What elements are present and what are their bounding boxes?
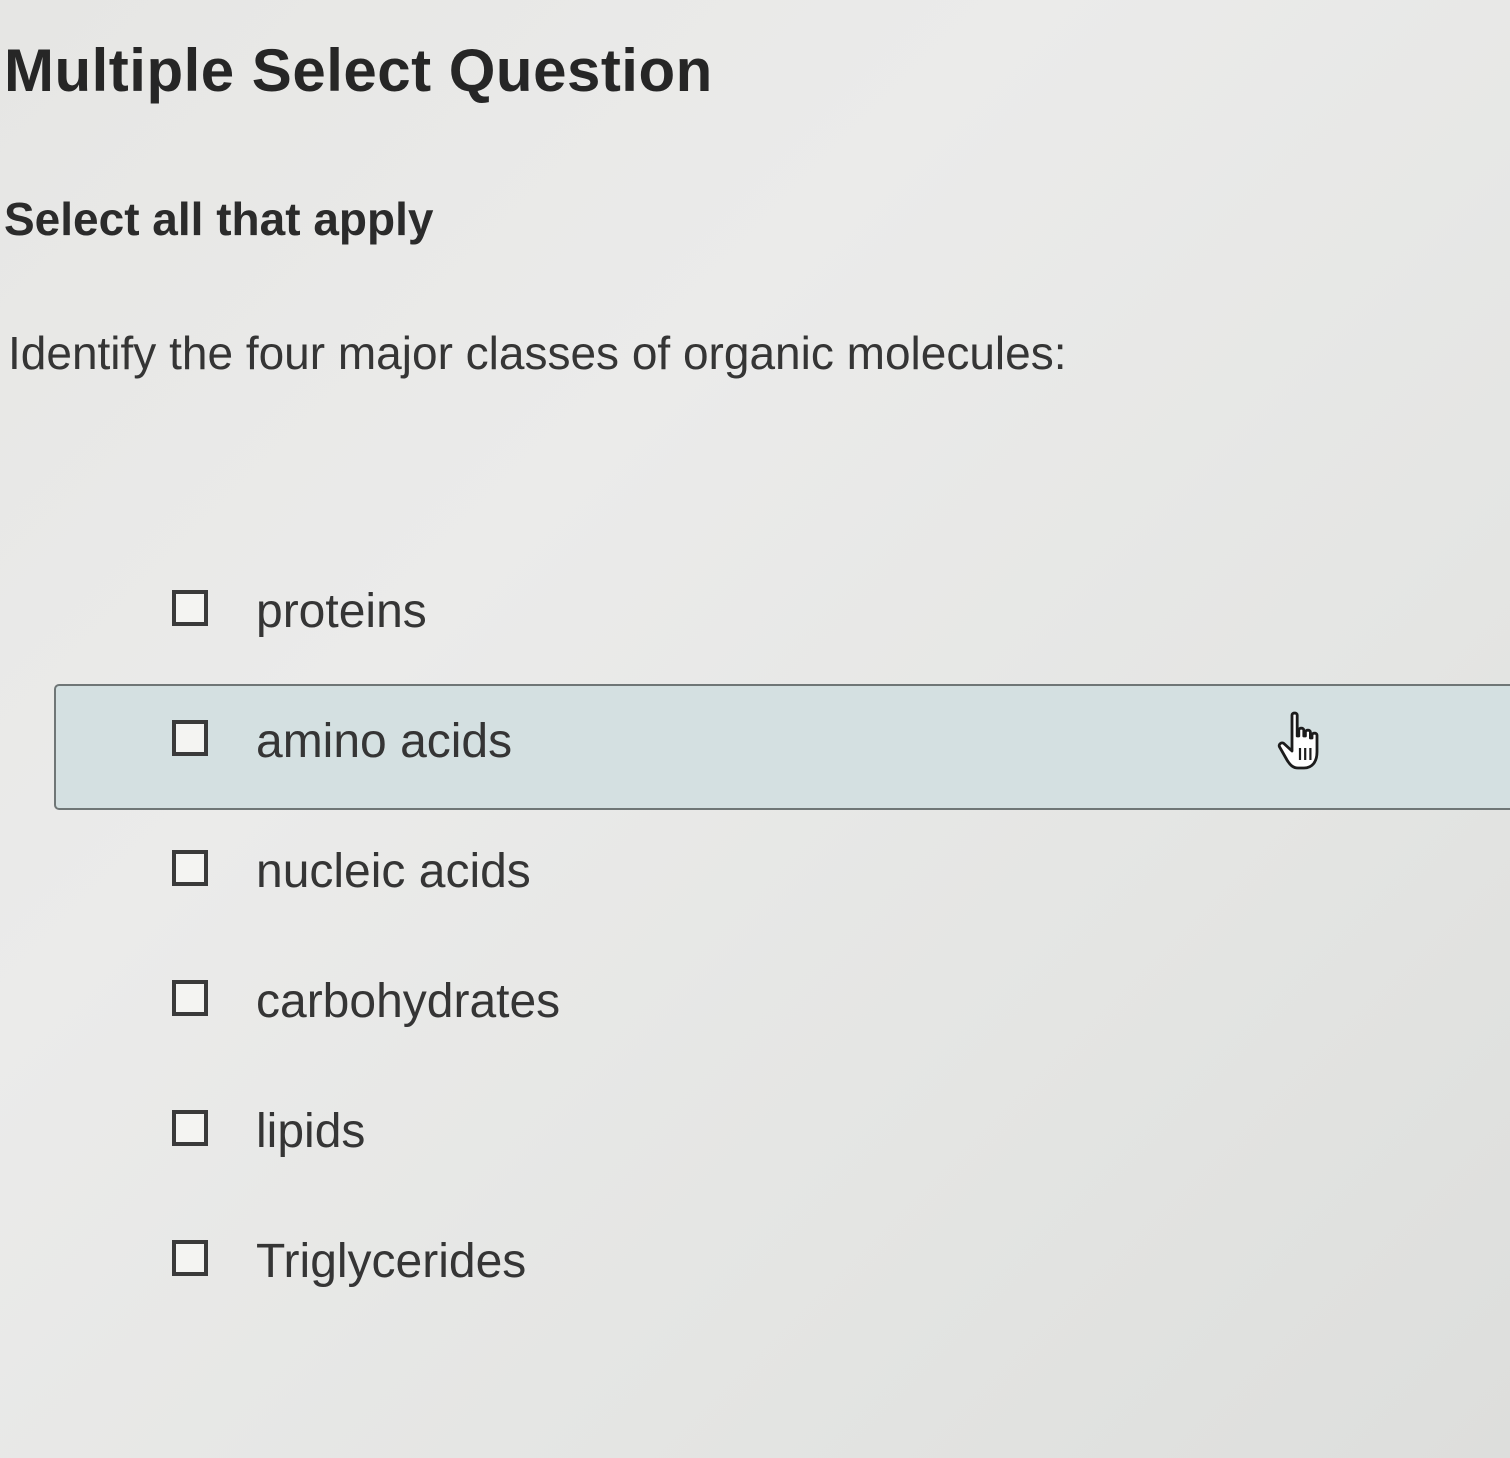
checkbox[interactable] — [172, 980, 208, 1016]
checkbox[interactable] — [172, 590, 208, 626]
option-label: nucleic acids — [256, 845, 531, 898]
option-label: amino acids — [256, 715, 513, 768]
checkbox[interactable] — [172, 720, 208, 756]
checkbox[interactable] — [172, 1110, 208, 1146]
option-label: carbohydrates — [256, 975, 561, 1028]
instruction-text: Select all that apply — [4, 193, 434, 245]
option-nucleic-acids[interactable]: nucleic acids — [54, 814, 1510, 940]
checkbox[interactable] — [172, 1240, 208, 1276]
option-label: Triglycerides — [256, 1235, 527, 1288]
option-lipids[interactable]: lipids — [54, 1074, 1510, 1200]
option-label: proteins — [256, 585, 427, 638]
option-label: lipids — [256, 1105, 366, 1158]
hand-pointer-icon — [1277, 711, 1319, 770]
page-title: Multiple Select Question — [4, 37, 713, 104]
checkbox[interactable] — [172, 850, 208, 886]
question-prompt: Identify the four major classes of organ… — [8, 327, 1067, 379]
option-carbohydrates[interactable]: carbohydrates — [54, 944, 1510, 1070]
option-triglycerides[interactable]: Triglycerides — [54, 1204, 1510, 1330]
option-proteins[interactable]: proteins — [54, 554, 1510, 680]
